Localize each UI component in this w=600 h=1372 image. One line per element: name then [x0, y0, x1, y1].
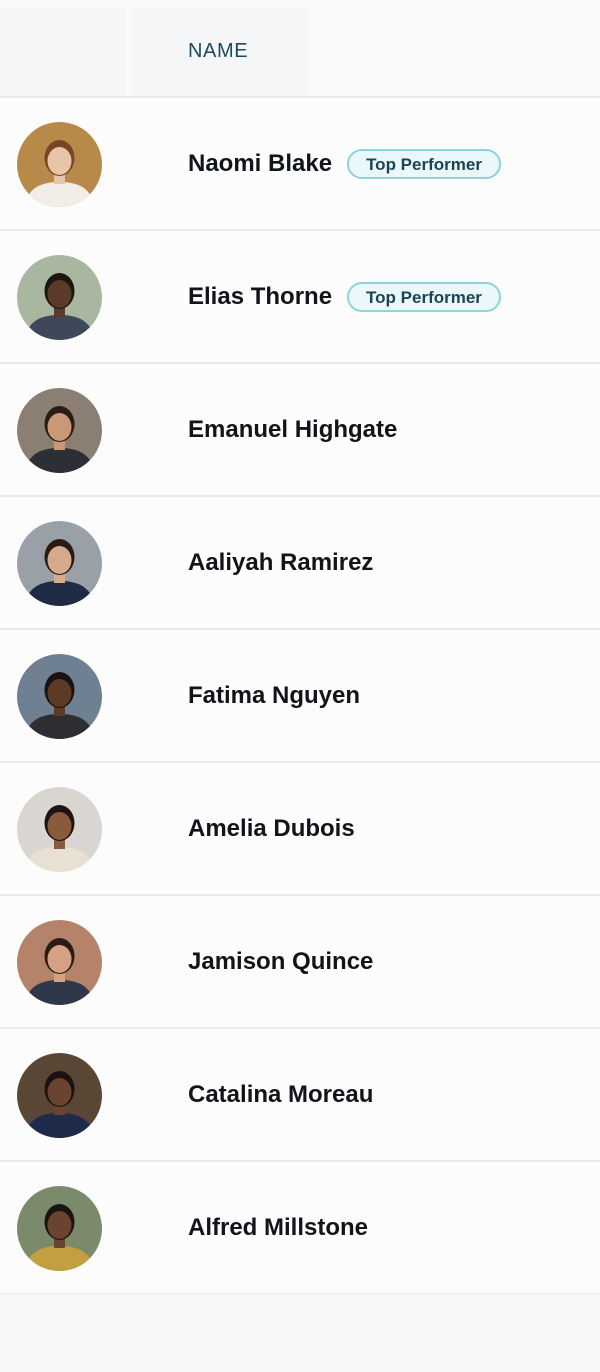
avatar	[17, 787, 102, 872]
person-name: Catalina Moreau	[188, 1080, 374, 1108]
table-row[interactable]: Aaliyah Ramirez	[0, 497, 600, 630]
table-row[interactable]: Naomi Blake Top Performer	[0, 98, 600, 231]
table-row[interactable]: Amelia Dubois	[0, 763, 600, 896]
table-row[interactable]: Catalina Moreau	[0, 1029, 600, 1162]
name-cell: Fatima Nguyen	[188, 682, 360, 710]
person-name: Jamison Quince	[188, 947, 374, 975]
name-cell: Naomi Blake Top Performer	[188, 148, 501, 179]
table-row[interactable]: Fatima Nguyen	[0, 630, 600, 763]
name-cell: Elias Thorne Top Performer	[188, 281, 501, 312]
avatar	[17, 1053, 102, 1138]
top-performer-badge: Top Performer	[347, 148, 501, 179]
table-header: NAME	[0, 0, 600, 98]
avatar	[17, 654, 102, 739]
person-name: Emanuel Highgate	[188, 415, 398, 443]
table-row[interactable]: Alfred Millstone	[0, 1162, 600, 1295]
name-cell: Jamison Quince	[188, 948, 373, 976]
avatar	[17, 122, 102, 207]
person-name: Elias Thorne	[188, 282, 333, 310]
name-column-label: NAME	[188, 40, 249, 62]
avatar	[17, 1186, 102, 1271]
table-row[interactable]: Elias Thorne Top Performer	[0, 231, 600, 364]
avatar	[17, 920, 102, 1005]
person-name: Alfred Millstone	[188, 1213, 369, 1241]
avatar	[17, 521, 102, 606]
table-body: Naomi Blake Top Performer Elias Thorne Top …	[0, 98, 600, 1295]
name-cell: Emanuel Highgate	[188, 416, 397, 444]
person-name: Naomi Blake	[188, 149, 333, 177]
name-cell: Amelia Dubois	[188, 815, 355, 843]
person-name: Amelia Dubois	[188, 814, 355, 842]
table-row[interactable]: Emanuel Highgate	[0, 364, 600, 497]
top-performer-badge: Top Performer	[347, 281, 501, 312]
name-cell: Catalina Moreau	[188, 1081, 373, 1109]
name-cell: Alfred Millstone	[188, 1214, 368, 1242]
avatar	[17, 388, 102, 473]
table-row[interactable]: Jamison Quince	[0, 896, 600, 1029]
person-name: Aaliyah Ramirez	[188, 548, 374, 576]
person-name: Fatima Nguyen	[188, 681, 361, 709]
avatar-column-header	[0, 8, 126, 96]
table-footer	[0, 1294, 600, 1372]
name-cell: Aaliyah Ramirez	[188, 549, 373, 577]
people-table: NAME Naomi Blake Top Performer Elias Thorn…	[0, 0, 600, 1295]
avatar	[17, 255, 102, 340]
